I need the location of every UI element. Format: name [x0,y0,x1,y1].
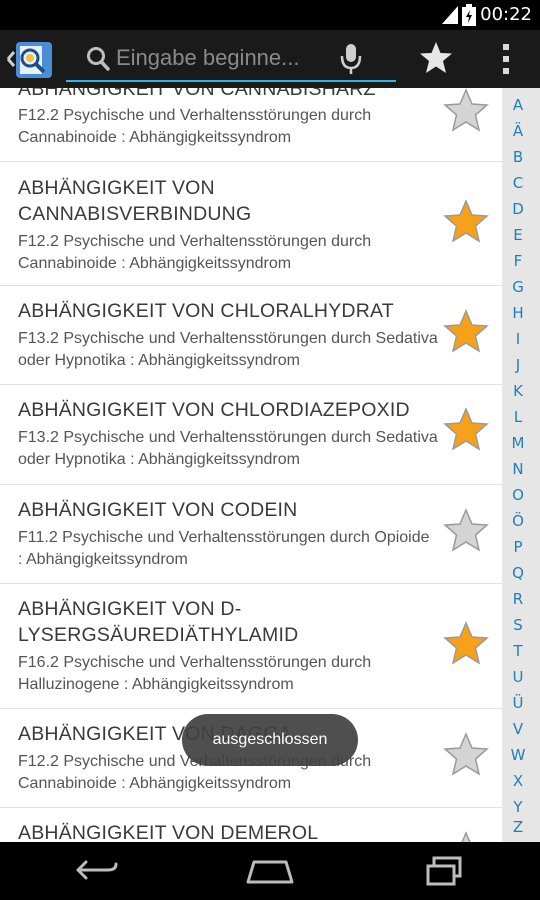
favorite-star-icon[interactable] [442,198,490,246]
favorite-star-icon[interactable] [442,507,490,555]
index-letter[interactable]: T [502,642,534,660]
index-letter[interactable]: D [502,200,534,218]
battery-icon [462,4,476,26]
index-letter[interactable]: N [502,460,534,478]
item-description: F11.2 Psychische und Verhaltensstörungen… [18,529,430,568]
item-title: ABHÄNGIGKEIT VON CHLORALHYDRAT [18,300,394,322]
search-input[interactable] [116,44,306,72]
index-letter[interactable]: U [502,668,534,686]
favorite-star-icon[interactable] [442,88,490,135]
index-letter[interactable]: X [502,772,534,790]
favorite-star-icon[interactable] [442,620,490,668]
toast-message: ausgeschlossen [182,714,358,766]
index-letter[interactable]: B [502,148,534,166]
overflow-menu-icon[interactable] [498,42,514,76]
index-letter[interactable]: G [502,278,534,296]
index-letter[interactable]: A [502,96,534,114]
index-letter[interactable]: F [502,252,534,270]
item-title: ABHÄNGIGKEIT VON CANNABISVERBINDUNG [18,177,252,225]
search-field[interactable] [66,40,396,82]
list-item[interactable]: ABHÄNGIGKEIT VON CANNABISVERBINDUNG F12.… [0,161,502,286]
index-letter[interactable]: Z [502,818,534,836]
index-letter[interactable]: Ä [502,122,534,140]
list-item[interactable]: ABHÄNGIGKEIT VON DEMEROL [0,808,502,842]
favorite-star-icon[interactable] [442,731,490,779]
index-letter[interactable]: Q [502,564,534,582]
favorite-star-icon[interactable] [442,406,490,454]
home-icon[interactable] [246,858,294,884]
index-letter[interactable]: K [502,382,534,400]
index-letter[interactable]: I [502,330,534,348]
item-title: ABHÄNGIGKEIT VON CANNABISHARZ [18,88,376,100]
signal-icon [442,6,458,24]
favorites-star-icon[interactable] [418,40,454,76]
microphone-icon[interactable] [338,42,364,76]
action-bar [0,30,540,88]
alphabet-index[interactable]: A Ä B C D E F G H I J K L M N O Ö P Q R … [502,88,540,842]
recent-apps-icon[interactable] [424,856,464,886]
list-item[interactable]: ABHÄNGIGKEIT VON CODEIN F11.2 Psychische… [0,485,502,584]
clock: 00:22 [480,4,532,25]
index-letter[interactable]: O [502,486,534,504]
index-letter[interactable]: Ü [502,694,534,712]
item-description: F13.2 Psychische und Verhaltensstörungen… [18,429,438,468]
index-letter[interactable]: E [502,226,534,244]
index-letter[interactable]: W [502,746,534,764]
navigation-bar [0,842,540,900]
status-bar: 00:22 [0,0,540,30]
item-description: F12.2 Psychische und Verhaltensstörungen… [18,107,372,146]
list-item[interactable]: ABHÄNGIGKEIT VON CHLORALHYDRAT F13.2 Psy… [0,286,502,385]
index-letter[interactable]: Ö [502,512,534,530]
back-icon[interactable] [76,858,120,884]
index-letter[interactable]: P [502,538,534,556]
index-letter[interactable]: S [502,616,534,634]
index-letter[interactable]: H [502,304,534,322]
item-title: ABHÄNGIGKEIT VON CHLORDIAZEPOXID [18,399,410,421]
list-item[interactable]: ABHÄNGIGKEIT VON CANNABISHARZ F12.2 Psyc… [0,88,502,162]
item-title: ABHÄNGIGKEIT VON D-LYSERGSÄUREDIÄTHYLAMI… [18,598,299,646]
list-item[interactable]: ABHÄNGIGKEIT VON D-LYSERGSÄUREDIÄTHYLAMI… [0,584,502,709]
favorite-star-icon[interactable] [442,830,490,842]
search-icon [87,47,110,71]
item-title: ABHÄNGIGKEIT VON DEMEROL [18,822,319,842]
item-description: F13.2 Psychische und Verhaltensstörungen… [18,330,438,369]
favorite-star-icon[interactable] [442,308,490,356]
index-letter[interactable]: R [502,590,534,608]
dictionary-app-icon[interactable] [4,38,56,80]
item-description: F12.2 Psychische und Verhaltensstörungen… [18,233,372,272]
index-letter[interactable]: Y [502,798,534,816]
index-letter[interactable]: V [502,720,534,738]
list-item[interactable]: ABHÄNGIGKEIT VON CHLORDIAZEPOXID F13.2 P… [0,385,502,485]
index-letter[interactable]: M [502,434,534,452]
index-letter[interactable]: L [502,408,534,426]
index-letter[interactable]: C [502,174,534,192]
item-title: ABHÄNGIGKEIT VON CODEIN [18,499,298,521]
index-letter[interactable]: J [502,356,534,374]
item-description: F16.2 Psychische und Verhaltensstörungen… [18,654,372,693]
